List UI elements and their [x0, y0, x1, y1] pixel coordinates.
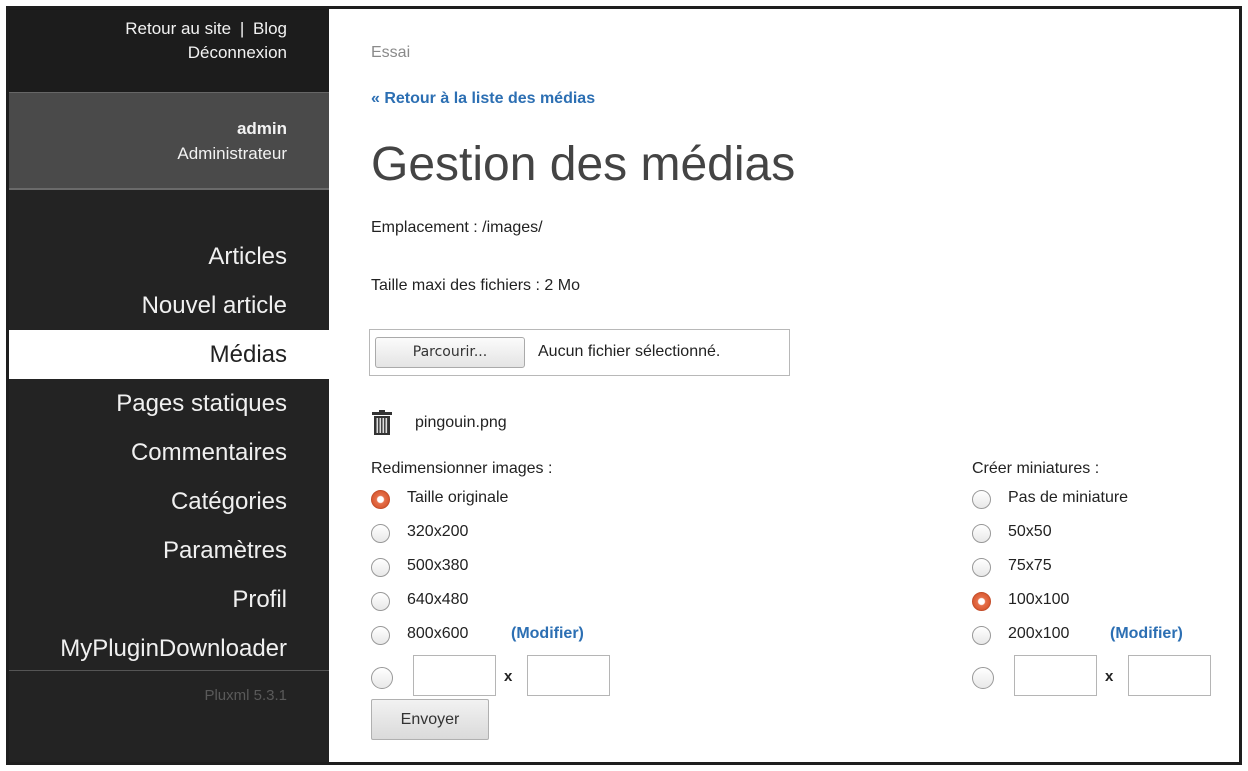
- resize-option-label: 320x200: [407, 523, 469, 540]
- page-title: Gestion des médias: [371, 138, 796, 191]
- resize-height-input[interactable]: [527, 655, 610, 696]
- thumbnail-modify-link[interactable]: (Modifier): [1110, 625, 1183, 643]
- thumbnail-option-label: Pas de miniature: [1008, 489, 1129, 506]
- thumbnail-option: 50x50: [972, 519, 1232, 553]
- thumbnail-width-input[interactable]: [1014, 655, 1097, 696]
- radio-resize-custom[interactable]: [371, 667, 393, 689]
- thumbnail-option: Pas de miniature: [972, 485, 1232, 519]
- user-name: admin: [236, 119, 287, 138]
- resize-label: Redimensionner images :: [371, 460, 553, 477]
- thumbnail-option-label: 50x50: [1008, 523, 1052, 540]
- sidebar-item-categories[interactable]: Catégories: [9, 477, 329, 526]
- resize-options: Redimensionner images : Taille originale…: [371, 459, 691, 699]
- site-name: Essai: [371, 44, 411, 61]
- resize-option-label: 640x480: [407, 591, 469, 608]
- thumbnail-option-label: 100x100: [1008, 591, 1070, 608]
- radio-thumb-custom[interactable]: [972, 667, 994, 689]
- resize-option-label: 800x600: [407, 625, 469, 642]
- sidebar-topbar: Retour au site | Blog Déconnexion: [9, 9, 329, 92]
- radio-thumb-0[interactable]: [972, 490, 991, 509]
- menu-divider: [9, 670, 329, 671]
- sidebar-item-medias[interactable]: Médias: [9, 330, 329, 379]
- resize-x-separator: x: [504, 668, 513, 685]
- radio-resize-0[interactable]: [371, 490, 390, 509]
- radio-thumb-3[interactable]: [972, 592, 991, 611]
- resize-option: 800x600 (Modifier): [371, 621, 691, 655]
- file-input[interactable]: Parcourir... Aucun fichier sélectionné.: [369, 329, 790, 376]
- submit-button[interactable]: Envoyer: [371, 699, 489, 740]
- radio-thumb-2[interactable]: [972, 558, 991, 577]
- topbar-separator: |: [239, 19, 245, 38]
- radio-resize-1[interactable]: [371, 524, 390, 543]
- radio-thumb-1[interactable]: [972, 524, 991, 543]
- radio-resize-2[interactable]: [371, 558, 390, 577]
- resize-option-label: 500x380: [407, 557, 469, 574]
- location-text: Emplacement : /images/: [371, 219, 543, 236]
- resize-modify-link[interactable]: (Modifier): [511, 625, 584, 643]
- radio-resize-3[interactable]: [371, 592, 390, 611]
- thumbnail-option: 200x100 (Modifier): [972, 621, 1232, 655]
- sidebar-item-parameters[interactable]: Paramètres: [9, 526, 329, 575]
- max-size-text: Taille maxi des fichiers : 2 Mo: [371, 277, 580, 294]
- resize-width-input[interactable]: [413, 655, 496, 696]
- sidebar-item-comments[interactable]: Commentaires: [9, 428, 329, 477]
- user-box: admin Administrateur: [9, 92, 329, 190]
- back-to-site-link[interactable]: Retour au site: [125, 19, 231, 38]
- back-to-media-list-link[interactable]: « Retour à la liste des médias: [371, 90, 595, 108]
- thumbnail-height-input[interactable]: [1128, 655, 1211, 696]
- sidebar-item-articles[interactable]: Articles: [9, 232, 329, 281]
- user-role: Administrateur: [177, 144, 287, 163]
- resize-option-label: Taille originale: [407, 489, 509, 506]
- page-frame: Retour au site | Blog Déconnexion admin …: [6, 6, 1242, 765]
- blog-link[interactable]: Blog: [253, 19, 287, 38]
- thumbnail-option-label: 75x75: [1008, 557, 1052, 574]
- thumbnail-option: 100x100: [972, 587, 1232, 621]
- thumbnail-option-label: 200x100: [1008, 625, 1070, 642]
- file-name[interactable]: pingouin.png: [415, 414, 507, 432]
- radio-resize-4[interactable]: [371, 626, 390, 645]
- sidebar-item-profile[interactable]: Profil: [9, 575, 329, 624]
- version-label: Pluxml 5.3.1: [204, 687, 287, 704]
- resize-option: 320x200: [371, 519, 691, 553]
- no-file-selected-text: Aucun fichier sélectionné.: [538, 343, 721, 360]
- sidebar-menu: Articles Nouvel article Médias Pages sta…: [9, 232, 329, 673]
- sidebar-item-static-pages[interactable]: Pages statiques: [9, 379, 329, 428]
- logout-link[interactable]: Déconnexion: [188, 43, 287, 62]
- trash-icon[interactable]: [371, 410, 393, 436]
- sidebar: Retour au site | Blog Déconnexion admin …: [9, 9, 329, 762]
- main-content: Essai « Retour à la liste des médias Ges…: [329, 9, 1239, 762]
- thumbnails-label: Créer miniatures :: [972, 460, 1100, 477]
- resize-option: 640x480: [371, 587, 691, 621]
- sidebar-item-new-article[interactable]: Nouvel article: [9, 281, 329, 330]
- thumbnail-option: 75x75: [972, 553, 1232, 587]
- resize-option: Taille originale: [371, 485, 691, 519]
- thumbnail-custom-row: x: [972, 655, 1232, 699]
- radio-thumb-4[interactable]: [972, 626, 991, 645]
- thumbnail-options: Créer miniatures : Pas de miniature 50x5…: [972, 459, 1232, 699]
- browse-button[interactable]: Parcourir...: [375, 337, 525, 368]
- resize-option: 500x380: [371, 553, 691, 587]
- sidebar-item-myplugindownloader[interactable]: MyPluginDownloader: [9, 624, 329, 673]
- resize-custom-row: x: [371, 655, 691, 699]
- thumbnail-x-separator: x: [1105, 668, 1114, 685]
